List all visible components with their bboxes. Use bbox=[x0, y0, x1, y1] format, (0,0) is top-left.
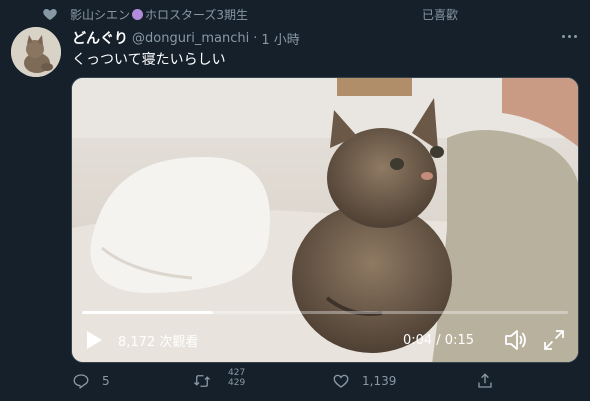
reply-count: 5 bbox=[102, 374, 110, 388]
retweet-button[interactable] bbox=[193, 372, 211, 390]
reply-icon bbox=[73, 374, 89, 389]
share-button[interactable] bbox=[476, 372, 494, 390]
more-icon[interactable] bbox=[558, 28, 580, 44]
like-button[interactable]: 1,139 bbox=[332, 372, 396, 390]
video-timecode: 0:04 / 0:15 bbox=[402, 332, 474, 348]
video-controls: 8,172 次觀看 0:04 / 0:15 bbox=[82, 326, 566, 354]
context-user-name-suffix[interactable]: ホロスターズ3期生 bbox=[145, 6, 248, 23]
tweet-actions: 5 427 429 1,139 bbox=[72, 368, 512, 396]
separator-dot: · bbox=[253, 30, 258, 46]
view-count: 8,172 次觀看 bbox=[118, 334, 199, 350]
like-count: 1,139 bbox=[362, 374, 397, 388]
purple-circle-icon bbox=[132, 8, 144, 20]
social-context: 影山シエン ホロスターズ3期生 已喜歡 bbox=[42, 4, 458, 24]
display-name[interactable]: どんぐり bbox=[72, 28, 128, 48]
avatar[interactable] bbox=[11, 27, 61, 77]
retweet-count: 427 429 bbox=[228, 368, 245, 388]
like-icon bbox=[333, 374, 349, 388]
timestamp[interactable]: 1 小時 bbox=[261, 29, 299, 48]
reply-button[interactable]: 5 bbox=[72, 372, 110, 390]
user-handle[interactable]: @donguri_manchi bbox=[132, 31, 249, 46]
volume-icon[interactable] bbox=[504, 328, 528, 352]
play-icon[interactable] bbox=[82, 328, 106, 352]
share-icon bbox=[478, 373, 492, 388]
video-progress-bar[interactable] bbox=[82, 311, 568, 314]
heart-icon bbox=[43, 9, 57, 20]
context-user-name[interactable]: 影山シエン bbox=[70, 6, 130, 23]
avatar-kitten-image bbox=[11, 27, 61, 77]
liked-label: 已喜歡 bbox=[422, 7, 459, 22]
tweet-header: どんぐり @donguri_manchi · 1 小時 bbox=[72, 28, 300, 48]
tweet-text: くっついて寝たいらしい bbox=[72, 52, 226, 68]
fullscreen-icon[interactable] bbox=[542, 328, 566, 352]
retweet-icon bbox=[194, 375, 210, 387]
video-progress-fill bbox=[82, 311, 214, 314]
retweet-count-old: 427 bbox=[228, 368, 246, 378]
retweet-count-new: 429 bbox=[228, 378, 246, 388]
video-player[interactable]: 8,172 次觀看 0:04 / 0:15 bbox=[71, 77, 579, 363]
video-frame-kitten bbox=[72, 78, 578, 362]
